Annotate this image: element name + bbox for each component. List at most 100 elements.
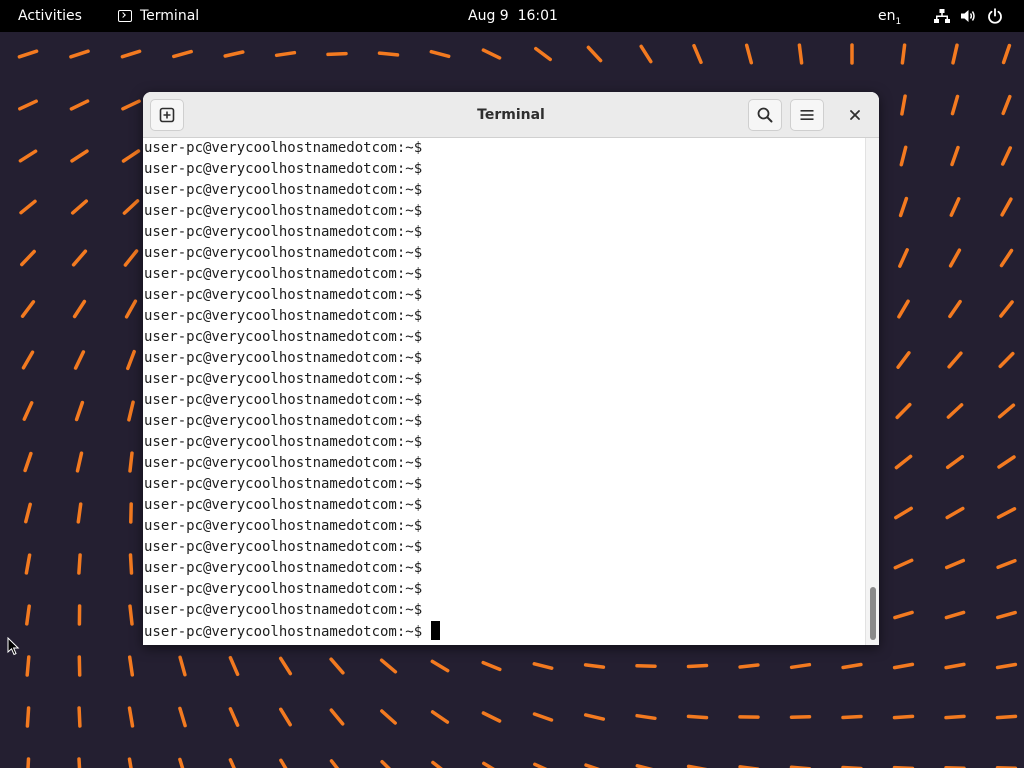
wallpaper-dash: [20, 300, 36, 318]
terminal-line: user-pc@verycoolhostnamedotcom:~$: [144, 180, 440, 201]
terminal-line: user-pc@verycoolhostnamedotcom:~$: [144, 222, 440, 243]
wallpaper-dash: [482, 761, 495, 768]
wallpaper-dash: [127, 757, 133, 768]
wallpaper-dash: [70, 149, 89, 163]
terminal-line: user-pc@verycoolhostnamedotcom:~$: [144, 369, 440, 390]
wallpaper-dash: [946, 403, 964, 419]
wallpaper-dash: [692, 43, 703, 65]
wallpaper-dash: [72, 299, 87, 319]
wallpaper-dash: [639, 44, 653, 64]
wallpaper-dash: [20, 249, 36, 267]
terminal-output[interactable]: user-pc@verycoolhostnamedotcom:~$ user-pc…: [143, 138, 865, 645]
new-tab-button[interactable]: [150, 99, 184, 131]
wallpaper-dash: [999, 300, 1014, 318]
scrollbar-thumb[interactable]: [870, 587, 876, 640]
wallpaper-dash: [17, 49, 39, 59]
wallpaper-dash: [128, 451, 134, 473]
input-source-button[interactable]: en1: [870, 4, 909, 28]
wallpaper-dash: [429, 49, 451, 59]
wallpaper-dash: [22, 401, 34, 421]
wallpaper-dash: [900, 94, 907, 116]
terminal-headerbar[interactable]: Terminal: [143, 92, 879, 138]
wallpaper-dash: [686, 663, 709, 669]
wallpaper-dash: [892, 714, 915, 720]
terminal-line-text: user-pc@verycoolhostnamedotcom:~$: [144, 455, 423, 471]
wallpaper-dash: [896, 351, 911, 369]
wallpaper-dash: [178, 655, 187, 677]
wallpaper-dash: [74, 400, 85, 422]
wallpaper-dash: [127, 655, 135, 677]
wallpaper-dash: [951, 43, 959, 65]
terminal-line-text: user-pc@verycoolhostnamedotcom:~$: [144, 350, 423, 366]
wallpaper-dash: [996, 610, 1017, 620]
wallpaper-dash: [481, 48, 502, 60]
terminal-line-text: user-pc@verycoolhostnamedotcom:~$: [144, 266, 423, 282]
wallpaper-dash: [950, 94, 960, 116]
terminal-line: user-pc@verycoolhostnamedotcom:~$: [144, 516, 440, 537]
terminal-line: user-pc@verycoolhostnamedotcom:~$: [144, 285, 440, 306]
terminal-line-text: user-pc@verycoolhostnamedotcom:~$: [144, 182, 423, 198]
wallpaper-dash: [228, 758, 236, 768]
wallpaper-dash: [326, 51, 348, 57]
terminal-line: user-pc@verycoolhostnamedotcom:~$: [144, 390, 440, 411]
wallpaper-dash: [377, 51, 400, 57]
wallpaper-dash: [995, 714, 1018, 720]
app-menu-button[interactable]: Terminal: [110, 4, 207, 28]
wallpaper-dash: [998, 351, 1015, 369]
terminal-line-text: user-pc@verycoolhostnamedotcom:~$: [144, 434, 423, 450]
wallpaper-dash: [77, 706, 82, 728]
terminal-line: user-pc@verycoolhostnamedotcom:~$: [144, 579, 440, 600]
wallpaper-dash: [329, 708, 345, 726]
wallpaper-dash: [24, 553, 32, 575]
terminal-line-text: user-pc@verycoolhostnamedotcom:~$: [144, 392, 423, 408]
search-button[interactable]: [748, 99, 782, 131]
wallpaper-dash: [121, 99, 141, 111]
terminal-line: user-pc@verycoolhostnamedotcom:~$: [144, 243, 440, 264]
wallpaper-dash: [945, 454, 965, 470]
terminal-line: user-pc@verycoolhostnamedotcom:~$: [144, 558, 440, 579]
hamburger-menu-icon: [800, 110, 814, 120]
wallpaper-dash: [329, 657, 345, 675]
terminal-line-text: user-pc@verycoolhostnamedotcom:~$: [144, 203, 423, 219]
terminal-line: user-pc@verycoolhostnamedotcom:~$: [144, 159, 440, 180]
wallpaper-dash: [1000, 197, 1013, 217]
wallpaper-dash: [996, 558, 1017, 570]
wallpaper-dash: [841, 662, 863, 670]
wallpaper-dash: [77, 553, 82, 575]
wallpaper-dash: [329, 759, 340, 768]
main-menu-button[interactable]: [790, 99, 824, 131]
system-status-menu[interactable]: [926, 4, 1011, 28]
wallpaper-dash: [583, 663, 606, 669]
terminal-line: user-pc@verycoolhostnamedotcom:~$: [144, 306, 440, 327]
wallpaper-dash: [948, 299, 962, 319]
wallpaper-dash: [19, 199, 37, 215]
wallpaper-dash: [996, 507, 1017, 519]
wallpaper-dash: [738, 663, 760, 669]
wallpaper-dash: [73, 350, 86, 370]
wallpaper-dash: [24, 502, 32, 524]
terminal-line-text: user-pc@verycoolhostnamedotcom:~$: [144, 497, 423, 513]
wallpaper-dash: [586, 45, 603, 63]
terminal-line: user-pc@verycoolhostnamedotcom:~$: [144, 600, 440, 621]
wallpaper-dash: [223, 50, 245, 58]
wallpaper-dash: [380, 709, 397, 725]
wallpaper-dash: [950, 145, 960, 167]
terminal-line: user-pc@verycoolhostnamedotcom:~$: [144, 537, 440, 558]
wallpaper-dash: [895, 402, 912, 420]
close-window-button[interactable]: [842, 102, 868, 128]
terminal-line: user-pc@verycoolhostnamedotcom:~$: [144, 432, 440, 453]
wallpaper-dash: [128, 553, 134, 575]
terminal-window: Terminal user-pc@verycoolhostnamedotcom:…: [143, 92, 879, 645]
terminal-scrollbar[interactable]: [865, 138, 879, 645]
terminal-line-text: user-pc@verycoolhostnamedotcom:~$: [144, 476, 423, 492]
wallpaper-dash: [481, 711, 502, 723]
wallpaper-dash: [997, 455, 1016, 469]
wallpaper-dash: [69, 99, 90, 111]
wallpaper-dash: [379, 658, 398, 674]
clock-button[interactable]: Aug 9 16:01: [458, 4, 568, 28]
activities-button[interactable]: Activities: [8, 4, 92, 28]
wallpaper-dash: [1001, 43, 1012, 65]
wallpaper-dash: [995, 662, 1018, 670]
wallpaper-dash: [70, 199, 89, 215]
wallpaper-dash: [25, 604, 31, 626]
